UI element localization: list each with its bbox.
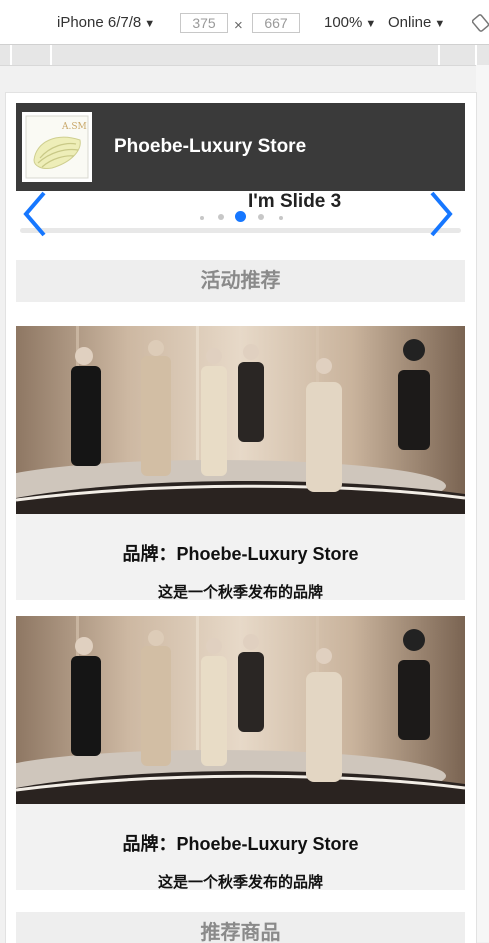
network-throttle-select[interactable]: Online ▼ — [388, 14, 445, 31]
pagination-dot[interactable] — [279, 216, 283, 220]
devtools-toolbar: iPhone 6/7/8 ▼ 375 × 667 100% ▼ Online ▼ — [0, 0, 489, 45]
store-header: A.SM Phoebe-Luxury Store — [16, 103, 465, 191]
zoom-select[interactable]: 100% ▼ — [324, 14, 376, 31]
chevron-down-icon: ▼ — [434, 18, 446, 30]
card-brand-text: 品牌：Phoebe-Luxury Store — [122, 544, 359, 564]
pagination-dot[interactable] — [200, 216, 204, 220]
brand-card[interactable]: 品牌：Phoebe-Luxury Store 这是一个秋季发布的品牌 — [16, 326, 465, 600]
pagination-dot-active[interactable] — [235, 211, 246, 222]
pagination-dot[interactable] — [218, 214, 224, 220]
store-logo[interactable]: A.SM — [22, 112, 92, 182]
card-description: 这是一个秋季发布的品牌 — [157, 584, 323, 600]
viewport-height-input[interactable]: 667 — [252, 13, 300, 33]
rotate-icon[interactable] — [472, 14, 489, 32]
pagination-dot[interactable] — [258, 214, 264, 220]
brand-card[interactable]: 品牌：Phoebe-Luxury Store 这是一个秋季发布的品牌 — [16, 616, 465, 890]
media-query-ruler — [0, 45, 489, 66]
device-select-label: iPhone 6/7/8 — [57, 14, 142, 31]
network-select-label: Online — [388, 14, 432, 31]
card-description: 这是一个秋季发布的品牌 — [157, 874, 323, 890]
zoom-select-label: 100% — [324, 14, 363, 31]
next-arrow-icon[interactable] — [426, 191, 456, 237]
banner-swiper[interactable]: I'm Slide 3 — [16, 191, 465, 237]
device-select[interactable]: iPhone 6/7/8 ▼ — [57, 14, 155, 31]
store-name: Phoebe-Luxury Store — [114, 136, 307, 157]
activity-section-title: 活动推荐 — [16, 260, 465, 302]
chevron-down-icon: ▼ — [144, 18, 156, 30]
viewport-side-area — [476, 65, 489, 942]
runway-photo — [16, 326, 465, 514]
swiper-scrollbar[interactable] — [20, 228, 461, 233]
logo-text: A.SM — [62, 122, 87, 132]
recommend-section-title: 推荐商品 — [16, 912, 465, 943]
device-viewport: A.SM Phoebe-Luxury Store I'm Slide 3 活动推… — [5, 92, 477, 943]
runway-photo — [16, 616, 465, 804]
chevron-down-icon: ▼ — [365, 18, 377, 30]
dimension-separator: × — [234, 17, 243, 34]
card-brand-text: 品牌：Phoebe-Luxury Store — [122, 834, 359, 854]
slide-title: I'm Slide 3 — [248, 191, 342, 212]
prev-arrow-icon[interactable] — [20, 191, 50, 237]
viewport-width-input[interactable]: 375 — [180, 13, 228, 33]
